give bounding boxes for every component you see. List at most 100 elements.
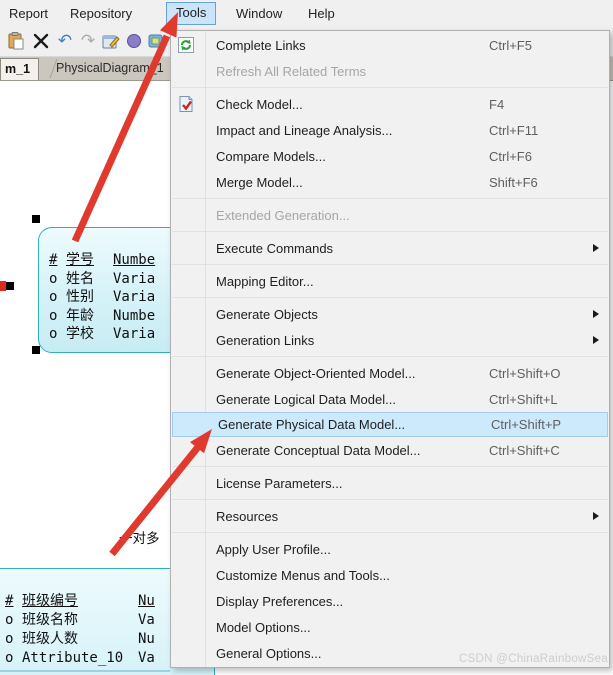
attribute-type: Nu: [138, 592, 155, 611]
menu-item-label: Apply User Profile...: [216, 542, 331, 557]
menu-bar: Report Repository Tools Window Help: [0, 0, 613, 27]
attribute-name: 学号: [66, 251, 113, 270]
properties-icon[interactable]: [101, 31, 121, 51]
menu-separator: [171, 195, 609, 202]
menu-item-generation-links[interactable]: Generation Links: [171, 327, 609, 353]
attribute-row: o年龄Numbe: [49, 307, 155, 326]
obscured-icon-1[interactable]: [124, 31, 144, 51]
menubar-item-window[interactable]: Window: [227, 3, 291, 24]
key-marker: o: [5, 649, 22, 668]
menu-item-label: Mapping Editor...: [216, 274, 314, 289]
selection-handle[interactable]: [32, 215, 40, 223]
menu-item-execute-commands[interactable]: Execute Commands: [171, 235, 609, 261]
menu-item-mapping-editor[interactable]: Mapping Editor...: [171, 268, 609, 294]
menu-item-complete-links[interactable]: Complete Links Ctrl+F5: [171, 32, 609, 58]
menu-item-generate-physical-data-model[interactable]: Generate Physical Data Model... Ctrl+Shif…: [172, 412, 608, 437]
menubar-item-report[interactable]: Report: [0, 3, 57, 24]
attribute-row: #学号Numbe: [49, 251, 155, 270]
menu-item-label: Generate Conceptual Data Model...: [216, 443, 421, 458]
menubar-item-help[interactable]: Help: [299, 3, 344, 24]
key-marker: o: [49, 307, 66, 326]
menu-item-shortcut: Ctrl+F11: [489, 123, 538, 138]
menu-item-label: Complete Links: [216, 38, 306, 53]
attribute-row: o班级名称Va: [5, 611, 155, 630]
menu-item-check-model[interactable]: Check Model...F4: [171, 91, 609, 117]
redo-icon[interactable]: ↷: [78, 31, 98, 51]
menu-item-shortcut: Ctrl+Shift+O: [489, 366, 561, 381]
menu-separator: [171, 228, 609, 235]
key-marker: #: [49, 251, 66, 270]
menu-item-customize-menus-and-tools[interactable]: Customize Menus and Tools...: [171, 562, 609, 588]
delete-icon[interactable]: [31, 31, 51, 51]
menu-item-label: Customize Menus and Tools...: [216, 568, 390, 583]
attribute-type: Varia: [113, 288, 155, 307]
menubar-item-repository[interactable]: Repository: [61, 3, 141, 24]
key-marker: o: [5, 611, 22, 630]
attribute-type: Nu: [138, 630, 155, 649]
menu-separator: [171, 261, 609, 268]
submenu-arrow-icon: [593, 310, 599, 318]
menu-separator: [171, 294, 609, 301]
complete-links-icon: [176, 35, 196, 55]
menu-item-label: Execute Commands: [216, 241, 333, 256]
menu-item-shortcut: Ctrl+Shift+C: [489, 443, 560, 458]
menu-separator: [171, 496, 609, 503]
menu-item-merge-model[interactable]: Merge Model...Shift+F6: [171, 169, 609, 195]
menu-separator: [171, 463, 609, 470]
check-model-icon: [176, 94, 196, 114]
menu-item-generate-conceptual-data-model[interactable]: Generate Conceptual Data Model... Ctrl+Sh…: [171, 437, 609, 463]
menu-item-generate-logical-data-model[interactable]: Generate Logical Data Model...Ctrl+Shift…: [171, 386, 609, 412]
menu-item-label: Refresh All Related Terms: [216, 64, 366, 79]
paste-icon[interactable]: [6, 31, 26, 51]
obscured-icon-2[interactable]: [146, 31, 166, 51]
menu-item-generate-object-oriented-model[interactable]: Generate Object-Oriented Model... Ctrl+Sh…: [171, 360, 609, 386]
menu-item-shortcut: Ctrl+Shift+P: [491, 417, 561, 432]
menu-item-resources[interactable]: Resources: [171, 503, 609, 529]
menu-item-impact-and-lineage-analysis[interactable]: Impact and Lineage Analysis... Ctrl+F11: [171, 117, 609, 143]
selection-handle[interactable]: [32, 346, 40, 354]
selection-handle[interactable]: [6, 282, 14, 290]
tab-model[interactable]: m_1: [0, 58, 39, 80]
menu-item-label: Resources: [216, 509, 278, 524]
menu-item-model-options[interactable]: Model Options...: [171, 614, 609, 640]
menu-item-label: Model Options...: [216, 620, 311, 635]
menu-item-label: Generate Object-Oriented Model...: [216, 366, 415, 381]
menu-item-apply-user-profile[interactable]: Apply User Profile...: [171, 536, 609, 562]
menu-item-label: Impact and Lineage Analysis...: [216, 123, 392, 138]
attribute-name: 班级人数: [22, 630, 138, 649]
menu-separator: [171, 84, 609, 91]
key-marker: o: [49, 270, 66, 289]
attribute-name: 姓名: [66, 270, 113, 289]
key-marker: #: [5, 592, 22, 611]
menu-item-shortcut: Ctrl+F6: [489, 149, 532, 164]
tab-physical-diagram[interactable]: PhysicalDiagram_1: [56, 61, 164, 75]
menu-item-shortcut: Ctrl+F5: [489, 38, 532, 53]
relationship-label: 一对多: [119, 527, 160, 547]
key-marker: o: [49, 325, 66, 344]
attribute-row: o姓名Varia: [49, 270, 155, 289]
attribute-row: o学校Varia: [49, 325, 155, 344]
menu-item-license-parameters[interactable]: License Parameters...: [171, 470, 609, 496]
menu-separator: [171, 529, 609, 536]
menu-item-display-preferences[interactable]: Display Preferences...: [171, 588, 609, 614]
attribute-name: 班级名称: [22, 611, 138, 630]
undo-icon[interactable]: ↶: [55, 31, 75, 51]
tools-menu: Complete Links Ctrl+F5 Refresh All Related…: [170, 30, 610, 668]
menu-item-shortcut: Ctrl+Shift+L: [489, 392, 558, 407]
menu-item-generate-objects[interactable]: Generate Objects: [171, 301, 609, 327]
menu-item-label: License Parameters...: [216, 476, 342, 491]
menu-item-label: Compare Models...: [216, 149, 326, 164]
menu-item-label: Display Preferences...: [216, 594, 343, 609]
menu-item-shortcut: F4: [489, 97, 504, 112]
menu-item-label: Generation Links: [216, 333, 314, 348]
menu-item-label: Generate Physical Data Model...: [218, 417, 405, 432]
menu-item-label: Merge Model...: [216, 175, 303, 190]
attribute-type: Va: [138, 649, 155, 668]
menu-item-compare-models[interactable]: Compare Models... Ctrl+F6: [171, 143, 609, 169]
submenu-arrow-icon: [593, 244, 599, 252]
attribute-name: Attribute_10: [22, 649, 138, 668]
menubar-item-tools[interactable]: Tools: [166, 2, 216, 25]
attribute-type: Numbe: [113, 307, 155, 326]
submenu-arrow-icon: [593, 336, 599, 344]
attribute-row: o性别Varia: [49, 288, 155, 307]
